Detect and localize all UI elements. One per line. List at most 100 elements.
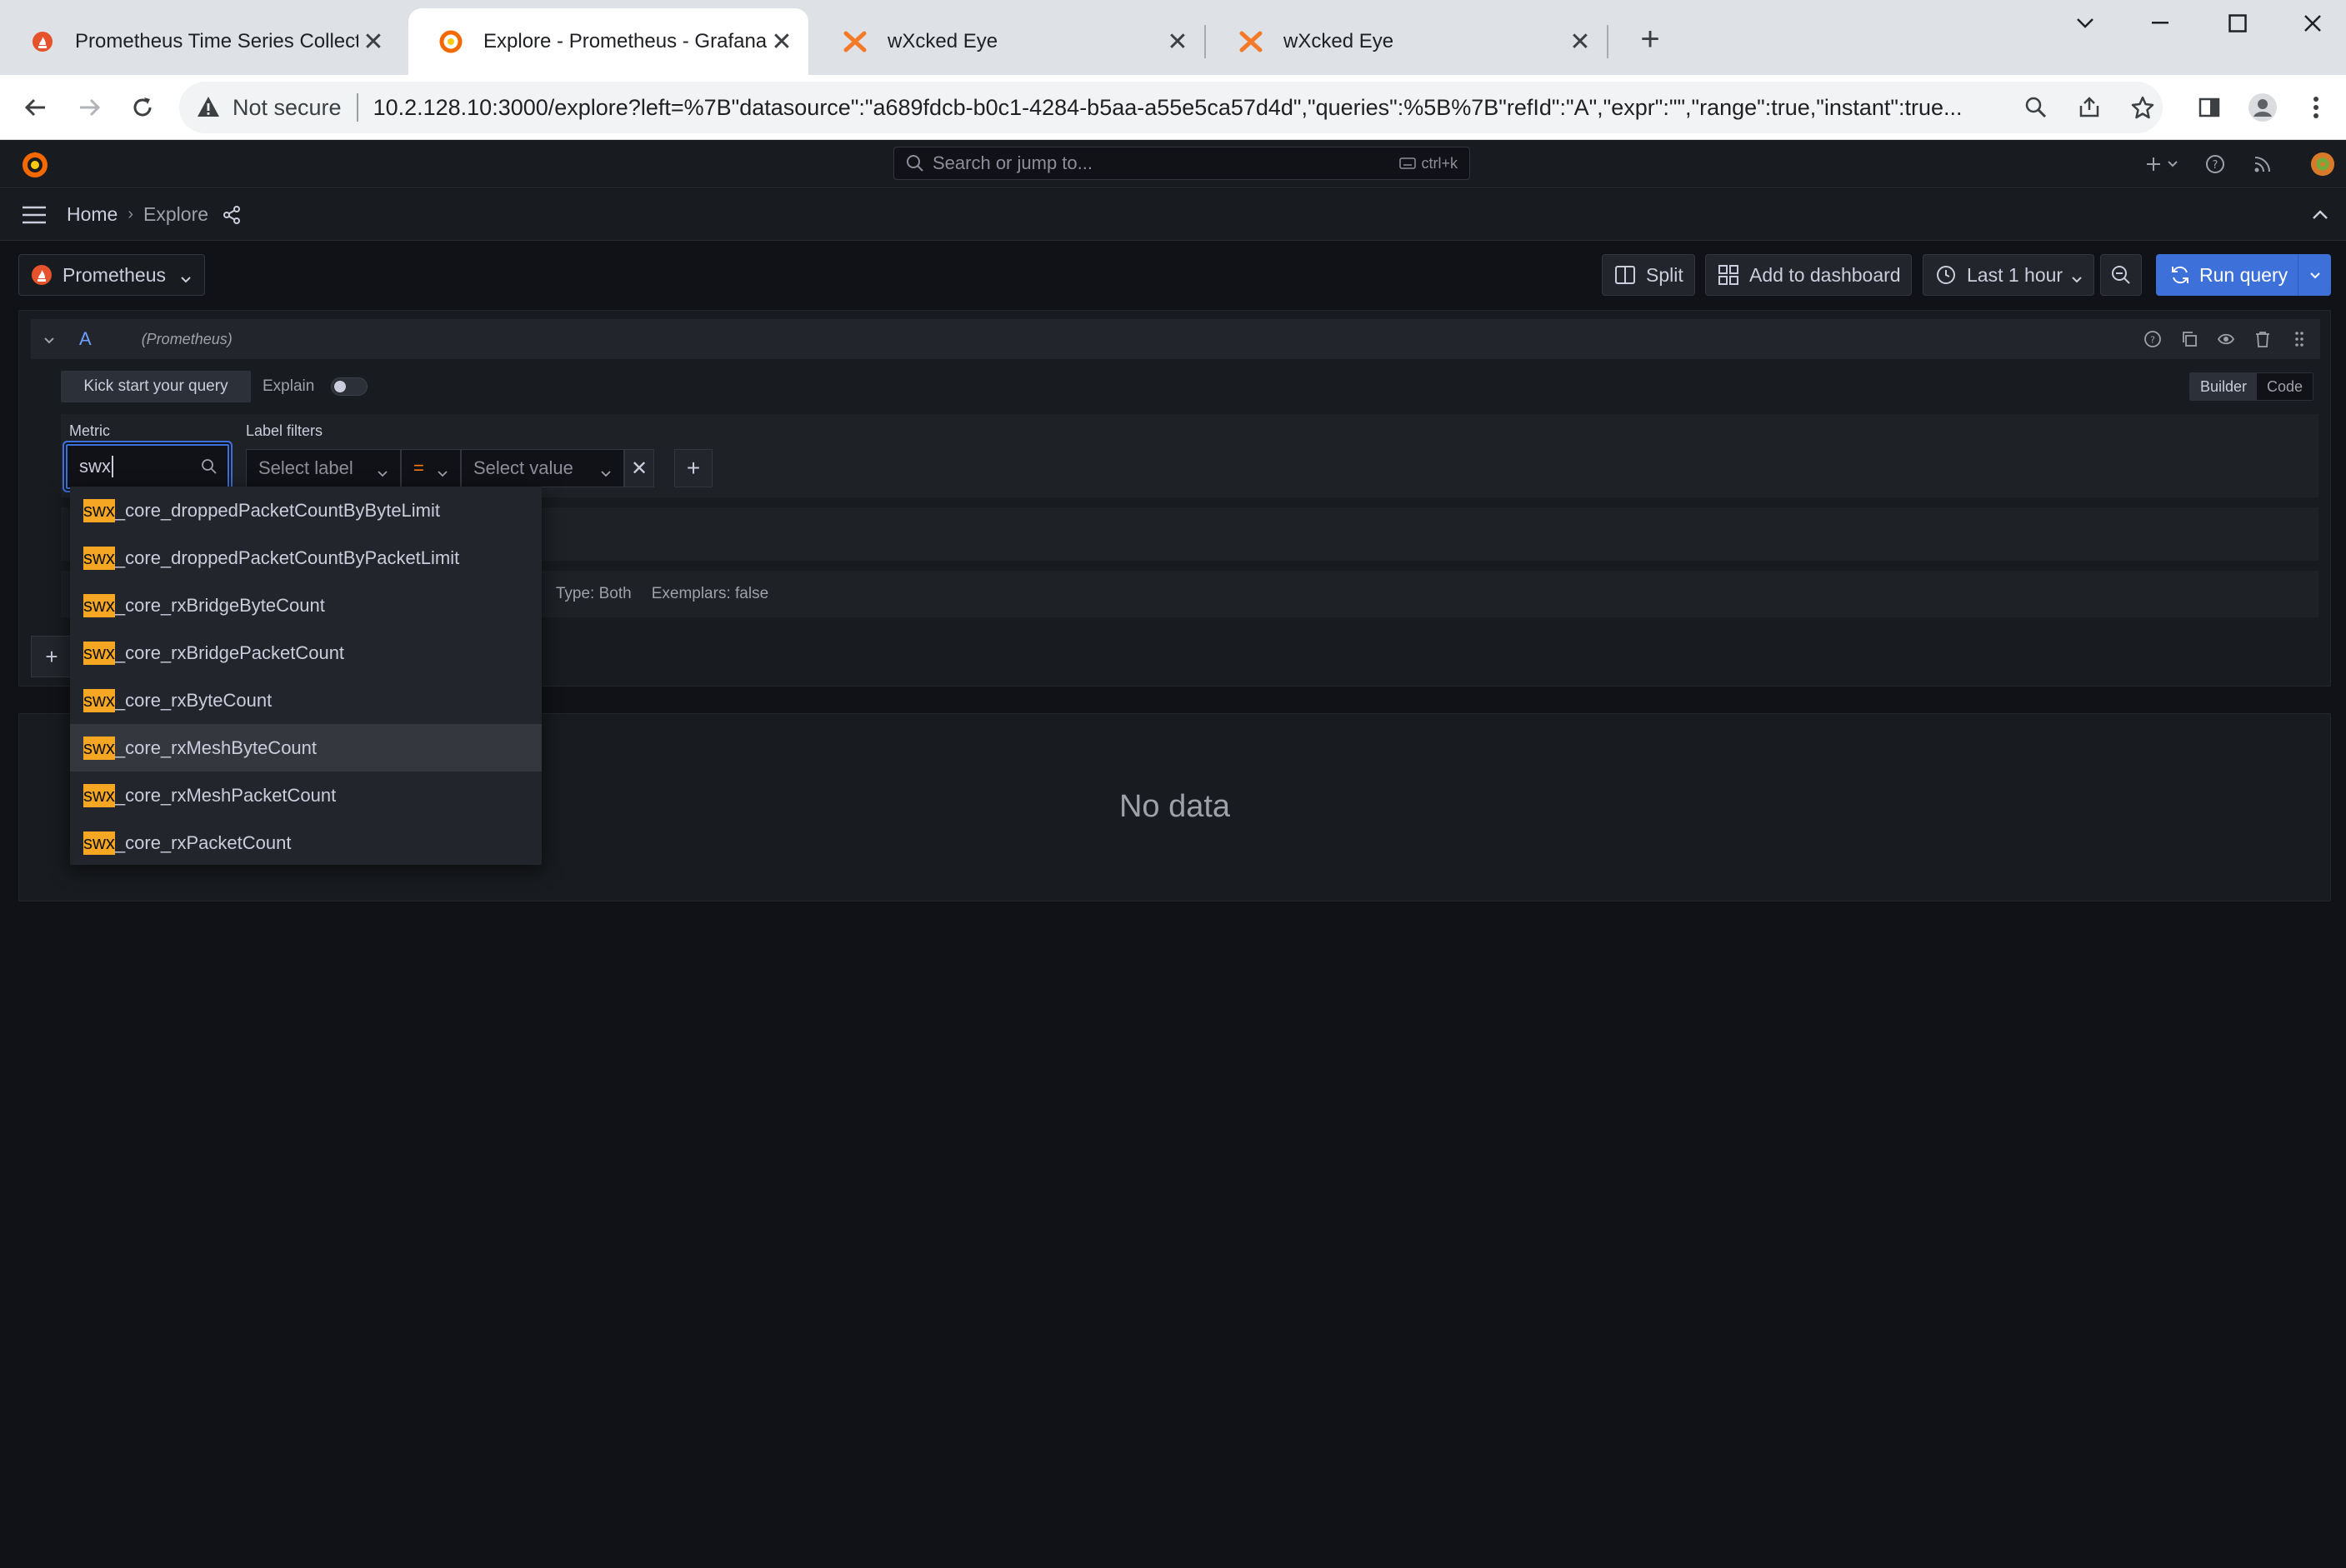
options-type: Type: Both [555,585,632,602]
clock-icon [1935,264,1957,286]
chevron-down-icon [437,462,448,477]
search-placeholder: Search or jump to... [933,152,1093,173]
bookmark-star-icon[interactable] [2123,88,2162,127]
news-rss-icon[interactable] [2250,152,2275,177]
tab-search-chevron-icon[interactable] [2060,7,2110,40]
browser-tab-grafana-explore[interactable]: Explore - Prometheus - Grafana ✕ [408,8,808,75]
datasource-picker[interactable]: Prometheus [18,254,205,296]
chevron-down-icon [2070,268,2083,283]
tab-title: Prometheus Time Series Collecti [75,30,358,52]
new-tab-button[interactable]: + [1629,18,1671,60]
grafana-favicon-icon [438,29,463,54]
operator-dropdown[interactable]: = [401,449,461,487]
warning-triangle-icon[interactable] [196,95,221,120]
builder-mode-tab[interactable]: Builder [2189,373,2257,400]
browser-tab-prometheus[interactable]: Prometheus Time Series Collecti ✕ [0,8,400,75]
help-icon[interactable]: ? [2143,330,2162,348]
metric-option-rest: _core_rxMeshPacketCount [114,784,337,806]
new-plus-chevron-icon[interactable] [2143,152,2183,177]
url-text[interactable]: 10.2.128.10:3000/explore?left=%7B"dataso… [373,95,2007,121]
query-row-actions: ? [2143,330,2308,348]
browser-tab-strip: Prometheus Time Series Collecti ✕ Explor… [0,0,2346,75]
add-query-button[interactable]: + [31,636,73,677]
time-range-picker[interactable]: Last 1 hour [1923,254,2094,296]
query-ref-id[interactable]: A [79,328,92,350]
explain-switch[interactable] [331,377,368,396]
split-button[interactable]: Split [1602,254,1695,296]
metric-option[interactable]: swx _core_rxPacketCount [70,819,542,866]
trash-icon[interactable] [2253,330,2272,348]
close-tab-icon[interactable]: ✕ [1163,27,1193,57]
metric-input-value: swx [79,456,111,477]
back-arrow-icon[interactable] [17,88,55,127]
text-cursor [111,456,113,477]
grafana-logo-icon[interactable] [20,150,50,180]
forward-arrow-icon[interactable] [70,88,108,127]
metric-option[interactable]: swx _core_rxMeshPacketCount [70,772,542,819]
security-status-text[interactable]: Not secure [233,95,342,121]
user-avatar-icon[interactable] [2310,152,2335,177]
reload-icon[interactable] [123,88,162,127]
split-columns-icon [1614,264,1636,286]
run-query-options-chevron-icon[interactable] [2298,254,2331,296]
options-exemplars: Exemplars: false [651,585,769,602]
breadcrumb-bar: Home › Explore [0,189,2346,241]
wxcked-eye-favicon-icon [1238,29,1263,54]
metric-option-rest: _core_droppedPacketCountByPacketLimit [114,547,460,568]
remove-filter-icon[interactable]: ✕ [624,449,654,487]
refresh-sync-icon [2169,264,2191,286]
close-tab-icon[interactable]: ✕ [767,27,797,57]
browser-toolbar: Not secure 10.2.128.10:3000/explore?left… [0,75,2346,140]
prometheus-icon [31,264,53,286]
close-tab-icon[interactable]: ✕ [358,27,388,57]
chevron-down-icon [600,462,612,477]
address-bar[interactable]: Not secure 10.2.128.10:3000/explore?left… [179,82,2163,133]
metric-select-input[interactable]: swx [66,444,229,489]
select-value-dropdown[interactable]: Select value [461,449,624,487]
minimize-window-icon[interactable] [2135,7,2185,40]
drag-handle-icon[interactable] [2290,330,2308,348]
run-query-button[interactable]: Run query [2156,254,2331,296]
add-filter-button[interactable]: + [674,449,713,487]
side-panel-icon[interactable] [2190,88,2228,127]
operator-value: = [413,457,424,478]
select-label-dropdown[interactable]: Select label [246,449,401,487]
prometheus-favicon-icon [30,29,55,54]
explain-toggle[interactable]: Explain [263,371,368,402]
zoom-out-button[interactable] [2100,254,2142,296]
metric-option[interactable]: swx _core_rxBridgePacketCount [70,629,542,677]
kick-start-query-button[interactable]: Kick start your query [61,371,251,402]
browser-menu-icon[interactable] [2297,88,2335,127]
shortcut-text: ctrl+k [1421,154,1458,172]
browser-tab-wxcked-eye-2[interactable]: wXcked Eye ✕ [1208,8,1607,75]
metric-option[interactable]: swx _core_droppedPacketCountByByteLimit [70,487,542,534]
share-page-icon[interactable] [2070,88,2108,127]
chevron-up-icon[interactable] [2309,204,2331,226]
search-bar[interactable]: Search or jump to... ctrl+k [893,147,1470,180]
close-window-icon[interactable] [2288,7,2338,40]
tab-separator [1607,25,1608,58]
tab-title: Explore - Prometheus - Grafana [483,30,767,52]
match-highlight: swx [83,688,115,712]
metric-option[interactable]: swx _core_droppedPacketCountByPacketLimit [70,534,542,582]
code-mode-tab[interactable]: Code [2257,373,2313,400]
add-to-dashboard-button[interactable]: Add to dashboard [1705,254,1912,296]
close-tab-icon[interactable]: ✕ [1565,27,1595,57]
eye-icon[interactable] [2217,330,2235,348]
share-icon[interactable] [222,205,242,225]
help-icon[interactable]: ? [2203,152,2228,177]
match-highlight: swx [83,546,115,570]
metric-option-highlighted[interactable]: swx _core_rxMeshByteCount [70,724,542,772]
profile-avatar-icon[interactable] [2243,88,2282,127]
metric-option[interactable]: swx _core_rxByteCount [70,677,542,724]
metric-option-rest: _core_rxByteCount [114,689,273,711]
tab-title: wXcked Eye [888,30,998,52]
duplicate-query-icon[interactable] [2180,330,2198,348]
breadcrumb-home[interactable]: Home [67,203,118,226]
browser-tab-wxcked-eye[interactable]: wXcked Eye ✕ [813,8,1204,75]
zoom-magnifier-icon[interactable] [2017,88,2055,127]
hamburger-menu-icon[interactable] [20,201,48,229]
metric-option[interactable]: swx _core_rxBridgeByteCount [70,582,542,629]
collapse-chevron-icon[interactable] [43,332,56,346]
maximize-window-icon[interactable] [2213,7,2263,40]
